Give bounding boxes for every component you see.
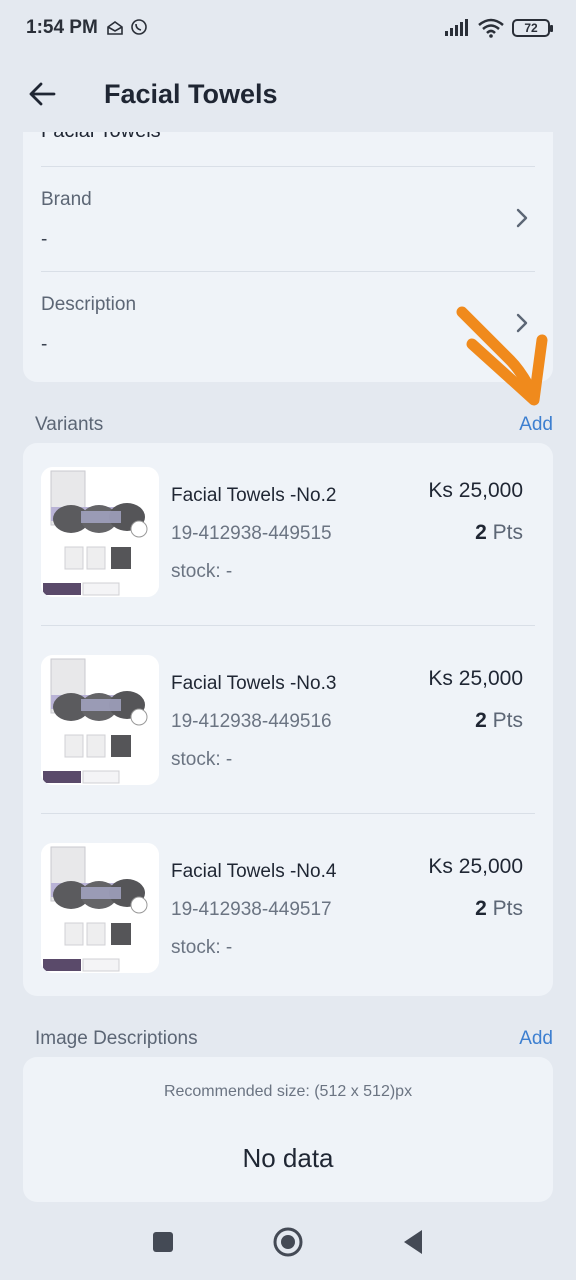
recents-button[interactable] (143, 1222, 183, 1262)
variants-title: Variants (35, 414, 104, 435)
variant-sku: 19-412938-449515 (171, 523, 332, 544)
variant-thumbnail (41, 467, 159, 597)
variant-points: 2 Pts (475, 521, 523, 545)
towel-product-image (41, 467, 159, 597)
home-button[interactable] (268, 1222, 308, 1262)
variant-name: Facial Towels -No.3 (171, 673, 337, 694)
brand-row[interactable]: Brand - (41, 167, 535, 271)
variant-stock: stock: - (171, 561, 233, 582)
home-circle-icon (273, 1227, 303, 1257)
brand-value: - (41, 229, 48, 250)
empty-state-text: No data (242, 1143, 334, 1173)
points-value: 2 (475, 521, 487, 544)
status-bar: 1:54 PM 72 (0, 0, 576, 56)
variant-price: Ks 25,000 (428, 479, 523, 502)
viber-icon (131, 19, 147, 35)
variant-name: Facial Towels -No.2 (171, 485, 337, 506)
variant-name: Facial Towels -No.4 (171, 861, 337, 882)
points-value: 2 (475, 709, 487, 732)
back-arrow-icon (29, 82, 56, 106)
points-unit: Pts (492, 521, 523, 544)
divider (41, 625, 535, 626)
variant-item[interactable]: Facial Towels -No.2 19-412938-449515 sto… (41, 443, 535, 631)
recommended-size-text: Recommended size: (512 x 512)px (163, 1083, 413, 1100)
variant-sku: 19-412938-449516 (171, 711, 332, 732)
variants-card: Facial Towels -No.2 19-412938-449515 sto… (23, 443, 553, 996)
status-time: 1:54 PM (26, 17, 98, 38)
add-variant-button[interactable]: Add (519, 414, 553, 436)
points-value: 2 (475, 897, 487, 920)
brand-label: Brand (41, 189, 92, 210)
variant-sku: 19-412938-449517 (171, 899, 332, 920)
image-descriptions-title: Image Descriptions (35, 1028, 198, 1049)
towel-product-image (41, 655, 159, 785)
variants-header: Variants Add (35, 410, 553, 440)
variant-stock: stock: - (171, 937, 233, 958)
image-descriptions-card: Recommended size: (512 x 512)px No data (23, 1057, 553, 1202)
points-unit: Pts (492, 709, 523, 732)
variant-thumbnail (41, 655, 159, 785)
description-row[interactable]: Description - (41, 272, 535, 376)
add-image-button[interactable]: Add (519, 1028, 553, 1050)
variant-thumbnail (41, 843, 159, 973)
battery-icon: 72 (512, 19, 553, 37)
description-label: Description (41, 294, 137, 315)
chevron-right-icon (516, 313, 528, 333)
image-descriptions-header: Image Descriptions Add (35, 1024, 553, 1054)
triangle-back-icon (404, 1230, 423, 1254)
variant-stock: stock: - (171, 749, 233, 770)
app-header: Facial Towels (0, 56, 576, 132)
variant-item[interactable]: Facial Towels -No.4 19-412938-449517 sto… (41, 819, 535, 1007)
wifi-icon (478, 18, 504, 38)
page-title: Facial Towels (104, 78, 278, 109)
description-value: - (41, 334, 48, 355)
back-button[interactable] (22, 74, 62, 114)
variant-item[interactable]: Facial Towels -No.3 19-412938-449516 sto… (41, 631, 535, 819)
product-name-value: Facial Towels (41, 132, 161, 143)
variant-points: 2 Pts (475, 709, 523, 733)
variant-price: Ks 25,000 (428, 855, 523, 878)
divider (41, 813, 535, 814)
points-unit: Pts (492, 897, 523, 920)
mail-icon (107, 21, 123, 35)
square-nav-icon (152, 1232, 173, 1252)
back-nav-button[interactable] (393, 1222, 433, 1262)
towel-product-image (41, 843, 159, 973)
variant-price: Ks 25,000 (428, 667, 523, 690)
variant-points: 2 Pts (475, 897, 523, 921)
chevron-right-icon (516, 208, 528, 228)
signal-icon (445, 19, 468, 36)
product-info-card: Facial Towels Brand - Description - (23, 132, 553, 382)
system-nav-bar (0, 1204, 576, 1280)
